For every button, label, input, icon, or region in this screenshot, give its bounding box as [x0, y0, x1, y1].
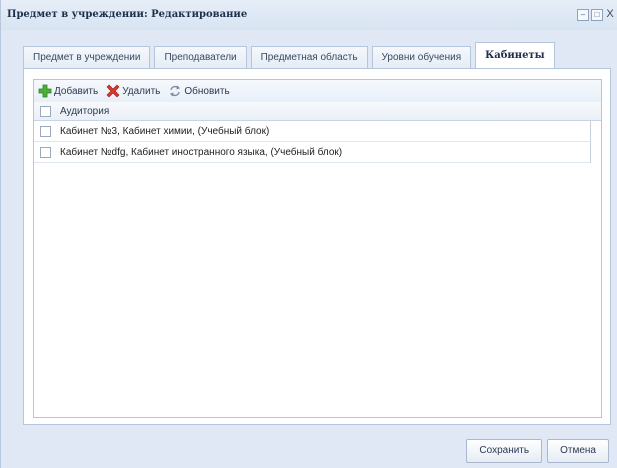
refresh-button-label: Обновить: [184, 85, 230, 97]
row-auditorium: Кабинет №dfg, Кабинет иностранного языка…: [60, 146, 343, 158]
delete-icon: [106, 84, 120, 98]
add-button-label: Добавить: [54, 85, 99, 97]
refresh-icon: [170, 85, 181, 97]
table-row[interactable]: Кабинет №dfg, Кабинет иностранного языка…: [34, 142, 591, 163]
row-checkbox[interactable]: [40, 146, 51, 158]
tab-panel-classrooms: Добавить Удалить Обновить Аудитория Каби…: [23, 68, 611, 425]
save-button[interactable]: Сохранить: [466, 439, 543, 463]
table-row[interactable]: Кабинет №3, Кабинет химии, (Учебный блок…: [34, 121, 591, 142]
classrooms-grid: Добавить Удалить Обновить Аудитория Каби…: [33, 79, 602, 418]
grid-toolbar: Добавить Удалить Обновить: [34, 80, 601, 103]
column-header-auditorium[interactable]: Аудитория: [60, 106, 109, 117]
delete-button-label: Удалить: [122, 85, 161, 97]
tab-subject-area[interactable]: Предметная область: [250, 46, 368, 69]
minimize-icon[interactable]: –: [577, 9, 589, 21]
cancel-button[interactable]: Отмена: [547, 439, 609, 463]
refresh-button[interactable]: Обновить: [168, 84, 230, 98]
row-auditorium: Кабинет №3, Кабинет химии, (Учебный блок…: [60, 125, 270, 137]
tab-education-levels[interactable]: Уровни обучения: [371, 46, 472, 69]
close-icon[interactable]: X: [605, 9, 615, 20]
tab-classrooms[interactable]: Кабинеты: [475, 42, 555, 69]
window-title: Предмет в учреждении: Редактирование: [7, 9, 248, 20]
tab-strip: Предмет в учреждении Преподаватели Предм…: [23, 42, 617, 69]
title-bar[interactable]: Предмет в учреждении: Редактирование – □…: [1, 0, 617, 30]
maximize-icon[interactable]: □: [591, 9, 603, 21]
add-button[interactable]: Добавить: [38, 84, 98, 98]
tab-subject-in-institution[interactable]: Предмет в учреждении: [23, 46, 151, 69]
delete-button[interactable]: Удалить: [106, 84, 160, 98]
edit-window: Предмет в учреждении: Редактирование – □…: [0, 0, 617, 468]
row-checkbox[interactable]: [40, 125, 51, 137]
add-icon: [38, 84, 52, 98]
select-all-checkbox[interactable]: [40, 105, 51, 117]
window-controls: – □ X: [577, 9, 615, 21]
tab-teachers[interactable]: Преподаватели: [154, 46, 247, 69]
dialog-buttons: Сохранить Отмена: [466, 439, 609, 463]
grid-header: Аудитория: [34, 102, 601, 121]
